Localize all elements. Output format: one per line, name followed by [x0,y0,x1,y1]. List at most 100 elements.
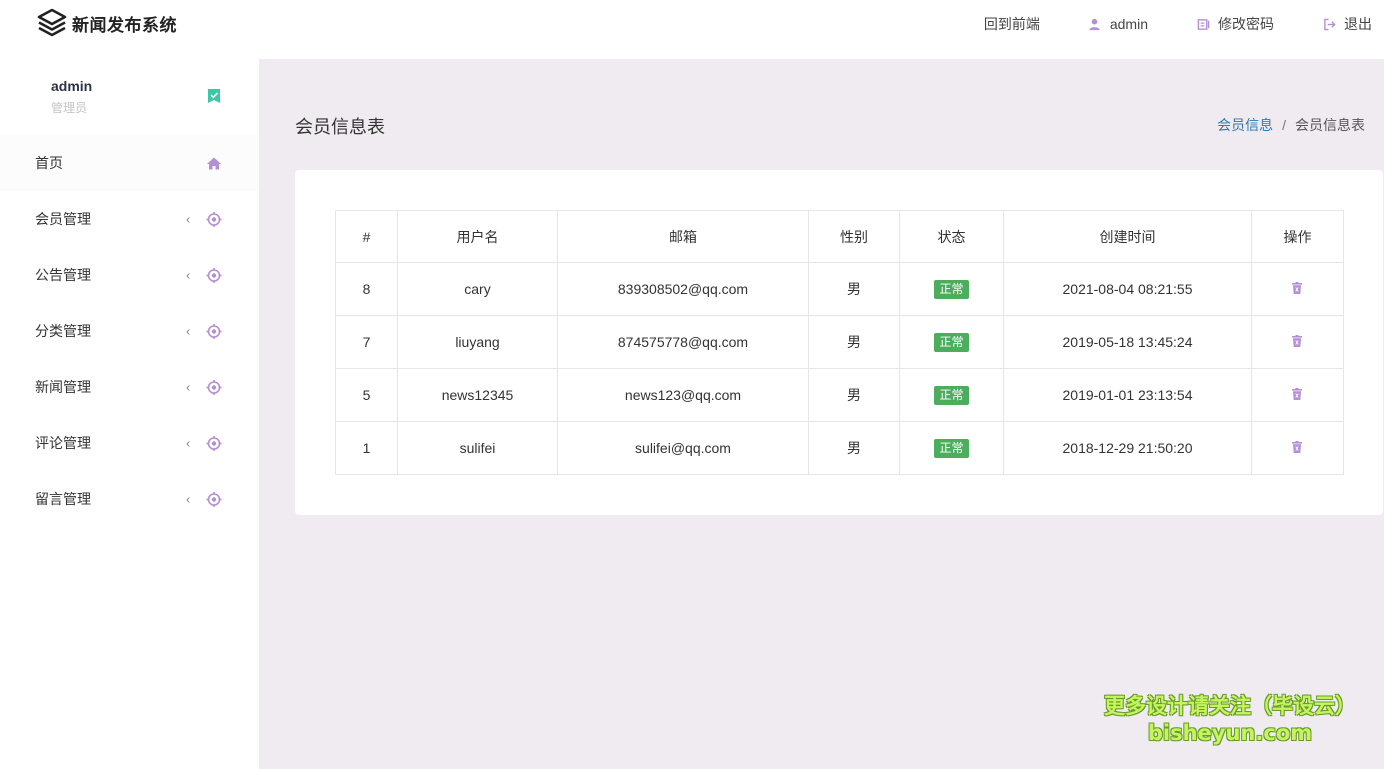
watermark-line1: 更多设计请关注（毕设云） [1104,694,1356,718]
cell-email: 839308502@qq.com [557,262,809,316]
column-header-gender: 性别 [808,210,900,263]
target-icon [205,211,222,228]
sidebar-item-label: 会员管理 [35,211,91,227]
table-header-row: # 用户名 邮箱 性别 状态 创建时间 操作 [335,210,1344,263]
delete-icon[interactable] [1291,441,1304,453]
sidebar-item-home[interactable]: 首页 [0,135,259,191]
cell-gender: 男 [808,315,900,369]
breadcrumb-separator: / [1282,117,1286,133]
cell-actions [1251,262,1344,316]
cell-username: liuyang [397,315,558,369]
sidebar-item-label: 新闻管理 [35,379,91,395]
sidebar-item-news[interactable]: 新闻管理 ‹ [0,359,259,415]
cell-actions [1251,421,1344,475]
member-table: # 用户名 邮箱 性别 状态 创建时间 操作 8 cary 839308502@… [335,210,1344,475]
delete-icon[interactable] [1291,335,1304,347]
column-header-created: 创建时间 [1003,210,1252,263]
sidebar-item-label: 留言管理 [35,491,91,507]
sidebar-item-label: 首页 [35,155,63,171]
delete-icon[interactable] [1291,388,1304,400]
table-row: 1 sulifei sulifei@qq.com 男 正常 2018-12-29… [335,421,1344,475]
cell-username: sulifei [397,421,558,475]
sidebar-item-comments[interactable]: 评论管理 ‹ [0,415,259,471]
user-profile: admin 管理员 [0,59,259,135]
change-password-link[interactable]: 修改密码 [1196,14,1274,34]
status-badge: 正常 [934,385,969,405]
chevron-left-icon: ‹ [186,267,191,283]
cell-gender: 男 [808,262,900,316]
column-header-email: 邮箱 [557,210,809,263]
breadcrumb-parent-link[interactable]: 会员信息 [1217,115,1273,135]
top-bar: 新闻发布系统 回到前端 admin 修改密码 退出 [0,0,1384,59]
cell-email: sulifei@qq.com [557,421,809,475]
sidebar-item-label: 分类管理 [35,323,91,339]
target-icon [205,491,222,508]
status-badge: 正常 [934,332,969,352]
column-header-username: 用户名 [397,210,558,263]
sidebar: admin 管理员 首页 会员管理 ‹ 公告管理 ‹ 分类管理 ‹ 新闻管理 ‹… [0,59,259,769]
table-row: 8 cary 839308502@qq.com 男 正常 2021-08-04 … [335,262,1344,316]
sidebar-item-label: 公告管理 [35,267,91,283]
chevron-left-icon: ‹ [186,379,191,395]
cell-email: 874575778@qq.com [557,315,809,369]
cell-status: 正常 [899,421,1004,475]
logout-label: 退出 [1344,16,1372,32]
verified-badge-icon [207,88,221,104]
home-icon [205,155,222,172]
page-title: 会员信息表 [295,117,385,137]
watermark-line2: bisheyun.com [1147,721,1313,745]
frontend-label: 回到前端 [983,16,1040,32]
sidebar-item-categories[interactable]: 分类管理 ‹ [0,303,259,359]
layers-icon [36,6,68,41]
sidebar-item-label: 评论管理 [35,435,91,451]
top-nav: 回到前端 admin 修改密码 退出 [936,0,1372,48]
breadcrumb-current: 会员信息表 [1295,117,1365,133]
member-table-card: # 用户名 邮箱 性别 状态 创建时间 操作 8 cary 839308502@… [295,170,1383,515]
sidebar-item-members[interactable]: 会员管理 ‹ [0,191,259,247]
target-icon [205,435,222,452]
cell-created: 2021-08-04 08:21:55 [1003,262,1252,316]
status-badge: 正常 [934,279,969,299]
user-menu[interactable]: admin [1088,16,1148,32]
cell-id: 7 [335,315,398,369]
cell-id: 5 [335,368,398,422]
cell-username: news12345 [397,368,558,422]
profile-name: admin [51,78,93,94]
cell-actions [1251,368,1344,422]
status-badge: 正常 [934,438,969,458]
chevron-left-icon: ‹ [186,323,191,339]
sidebar-menu: 首页 会员管理 ‹ 公告管理 ‹ 分类管理 ‹ 新闻管理 ‹ 评论管理 ‹ 留言… [0,135,259,527]
cell-actions [1251,315,1344,369]
column-header-actions: 操作 [1251,210,1344,263]
cell-gender: 男 [808,368,900,422]
cell-status: 正常 [899,315,1004,369]
cell-id: 8 [335,262,398,316]
column-header-id: # [335,210,398,263]
cell-created: 2019-05-18 13:45:24 [1003,315,1252,369]
chevron-left-icon: ‹ [186,491,191,507]
app-logo[interactable]: 新闻发布系统 [36,6,177,40]
target-icon [205,267,222,284]
password-label: 修改密码 [1218,16,1274,32]
cell-status: 正常 [899,262,1004,316]
cell-status: 正常 [899,368,1004,422]
table-row: 7 liuyang 874575778@qq.com 男 正常 2019-05-… [335,315,1344,369]
cell-created: 2018-12-29 21:50:20 [1003,421,1252,475]
target-icon [205,379,222,396]
watermark: 更多设计请关注（毕设云） bisheyun.com [1100,692,1360,746]
frontend-link[interactable]: 回到前端 [984,14,1040,34]
sidebar-item-announcements[interactable]: 公告管理 ‹ [0,247,259,303]
breadcrumb: 会员信息 / 会员信息表 [1217,115,1365,135]
app-brand: 新闻发布系统 [72,15,177,36]
target-icon [205,323,222,340]
delete-icon[interactable] [1291,282,1304,294]
user-icon [1088,17,1102,31]
profile-role: 管理员 [51,101,88,115]
cell-email: news123@qq.com [557,368,809,422]
sidebar-item-messages[interactable]: 留言管理 ‹ [0,471,259,527]
cell-id: 1 [335,421,398,475]
chevron-left-icon: ‹ [186,435,191,451]
cell-username: cary [397,262,558,316]
logout-link[interactable]: 退出 [1322,14,1372,34]
cell-gender: 男 [808,421,900,475]
